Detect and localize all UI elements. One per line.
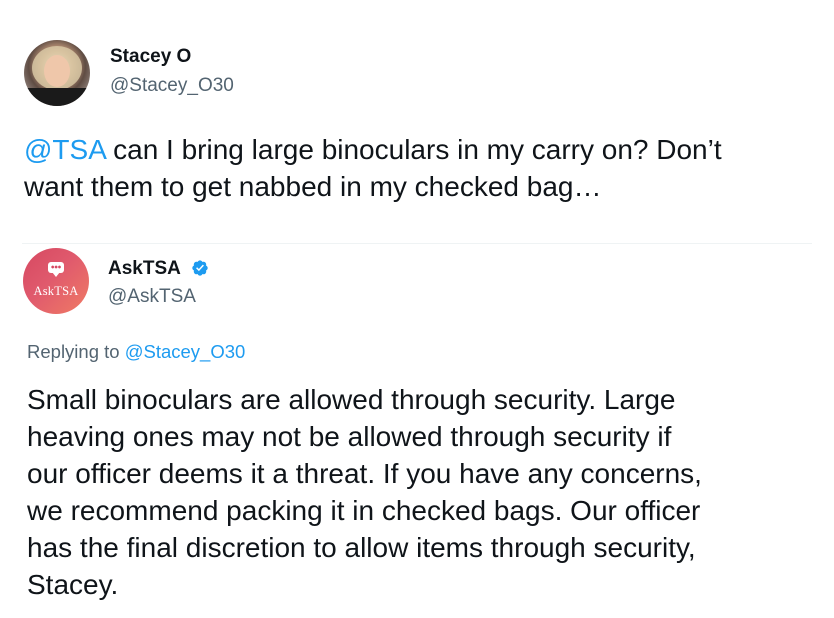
tweet-text-asktsa: Small binoculars are allowed through sec… [27,381,702,603]
display-name-asktsa[interactable]: AskTSA [108,258,181,280]
display-name[interactable]: Stacey O [110,46,191,68]
tweet-text: @TSA can I bring large binoculars in my … [24,131,722,205]
avatar-asktsa[interactable]: AskTSA [23,248,89,314]
chat-dots [51,265,61,269]
tweet-text-line-2: want them to get nabbed in my checked ba… [24,171,602,202]
replying-to: Replying to @Stacey_O30 [27,341,245,363]
tweet-text-line: Small binoculars are allowed through sec… [27,384,676,415]
verified-badge-icon [192,260,208,276]
avatar-face [44,55,70,87]
user-handle[interactable]: @Stacey_O30 [110,75,234,97]
avatar-shirt [24,88,90,106]
tweet-text-line: heaving ones may not be allowed through … [27,421,672,452]
replying-handle-link[interactable]: @Stacey_O30 [125,341,246,362]
replying-prefix: Replying to [27,341,125,362]
user-handle-asktsa[interactable]: @AskTSA [108,286,196,308]
tweet-text-line-1: can I bring large binoculars in my carry… [105,134,722,165]
tweet-text-line: our officer deems it a threat. If you ha… [27,458,702,489]
tweet-stacey[interactable]: Stacey O @Stacey_O30 @TSA can I bring la… [0,0,834,243]
tweet-text-line: Stacey. [27,569,119,600]
tweet-text-line: has the final discretion to allow items … [27,532,696,563]
tweet-text-line: we recommend packing it in checked bags.… [27,495,701,526]
mention-link[interactable]: @TSA [24,134,105,165]
avatar-stacey[interactable] [24,40,90,106]
tweet-divider [22,243,812,244]
avatar-logo-text: AskTSA [33,284,79,298]
